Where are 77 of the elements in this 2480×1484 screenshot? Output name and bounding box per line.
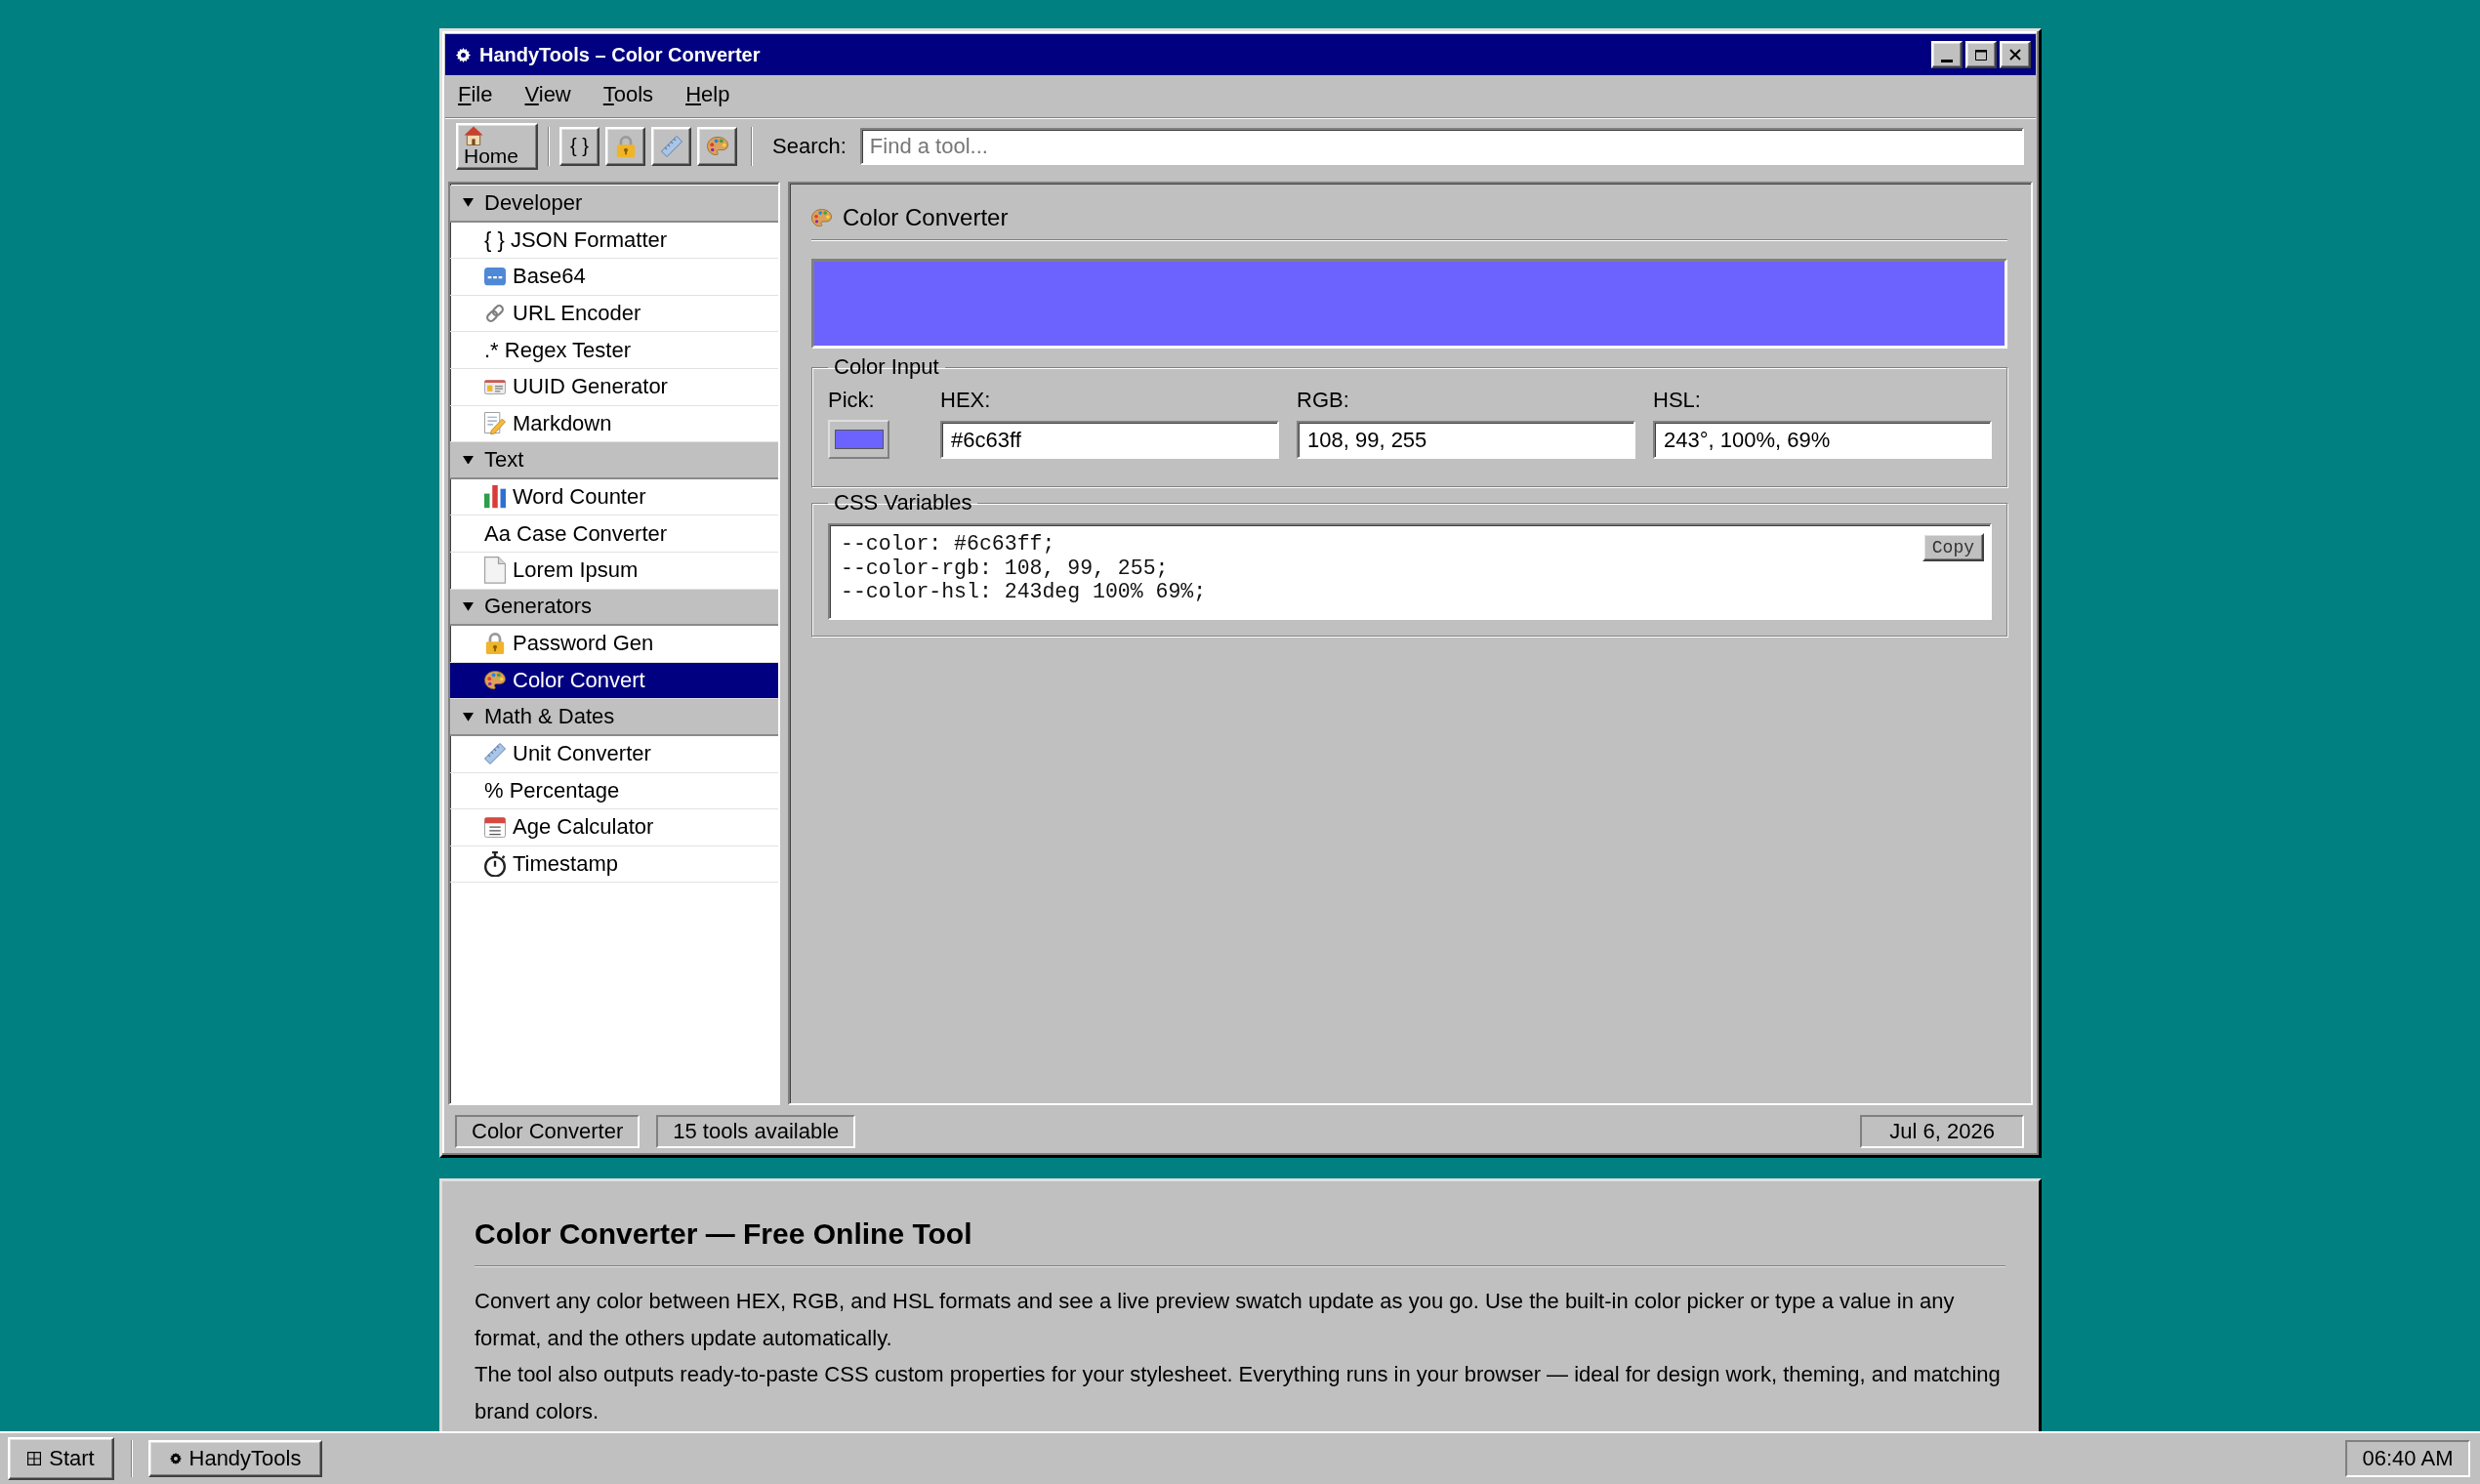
chain-link-icon	[484, 303, 506, 325]
palette-icon	[811, 208, 832, 227]
sidebar-item[interactable]: % Percentage	[450, 772, 778, 810]
sidebar-item[interactable]: Lorem Ipsum	[450, 552, 778, 590]
lock-icon	[614, 135, 637, 157]
group-header[interactable]: Math & Dates	[450, 699, 778, 736]
document-icon	[484, 556, 506, 585]
stopwatch-icon	[484, 850, 506, 878]
toolbar-button[interactable]: { }	[559, 126, 599, 166]
sidebar-item[interactable]: Aa Case Converter	[450, 515, 778, 553]
group-header[interactable]: Developer	[450, 186, 778, 223]
status-date: Jul 6, 2026	[1860, 1115, 2024, 1148]
copy-button[interactable]: Copy	[1922, 533, 1984, 561]
home-button[interactable]: Home	[456, 122, 538, 170]
sidebar-item[interactable]: URL Encoder	[450, 295, 778, 333]
sidebar-item[interactable]: Word Counter	[450, 478, 778, 516]
clock: 06:40 AM	[2345, 1440, 2470, 1477]
minimize-icon	[1941, 60, 1953, 62]
close-icon	[2009, 49, 2021, 61]
panel-title: Color Converter	[843, 203, 1009, 232]
field-label: Pick:	[828, 388, 876, 413]
group-legend: Color Input	[828, 354, 945, 380]
article-paragraph: Convert any color between HEX, RGB, and HSL formats and see a live preview swatch update as you go. Use the built-in color picker or type a value in any format, and the others update automatically.	[475, 1288, 1956, 1352]
sidebar-item[interactable]: Password Gen	[450, 626, 778, 663]
status-text: 15 tools available	[656, 1115, 856, 1148]
toolbar-button[interactable]	[605, 126, 645, 166]
menu-item[interactable]: Help	[682, 82, 734, 107]
id-card-icon	[484, 379, 506, 394]
maximize-button[interactable]	[1965, 41, 1997, 68]
close-button[interactable]	[2000, 41, 2031, 68]
field-label: HEX:	[940, 388, 992, 413]
sidebar-item[interactable]: Timestamp	[450, 845, 778, 884]
calendar-icon	[484, 816, 506, 838]
menu-item[interactable]: File	[454, 82, 497, 107]
article-heading: Color Converter — Free Online Tool	[475, 1216, 2005, 1266]
field-label: RGB:	[1297, 388, 1350, 413]
sidebar-item[interactable]: Base64	[450, 259, 778, 296]
start-button[interactable]: Start	[8, 1437, 114, 1480]
group-header[interactable]: Generators	[450, 589, 778, 627]
palette-icon	[706, 136, 728, 156]
field-label: HSL:	[1653, 388, 1702, 413]
toolbar-button[interactable]	[651, 126, 691, 166]
taskbar-task[interactable]: HandyTools	[148, 1440, 322, 1477]
palette-icon	[484, 671, 506, 690]
search-field[interactable]: Find a tool...	[859, 127, 2024, 165]
search-label: Search:	[772, 133, 847, 159]
article-paragraph: The tool also outputs ready-to-paste CSS custom properties for your stylesheet. Everything runs in your browser — ideal for design work, theming, and matching brand colors.	[475, 1361, 2002, 1425]
rgb-field[interactable]: 108, 99, 255	[1297, 421, 1635, 459]
hsl-field[interactable]: 243°, 100%, 69%	[1653, 421, 1992, 459]
bar-chart-icon	[484, 485, 506, 509]
color-picker-button[interactable]	[828, 420, 889, 459]
grid-icon	[27, 1452, 42, 1465]
house-icon	[464, 125, 483, 145]
sidebar-item[interactable]: { } JSON Formatter	[450, 222, 778, 260]
minimize-button[interactable]	[1931, 41, 1963, 68]
ruler-icon	[484, 743, 506, 765]
menu-item[interactable]: Tools	[599, 82, 658, 107]
sidebar-item[interactable]: Unit Converter	[450, 735, 778, 773]
tile-icon	[484, 268, 506, 286]
group-header[interactable]: Text	[450, 442, 778, 479]
gear-icon	[456, 47, 471, 62]
css-code: --color: #6c63ff; --color-rgb: 108, 99, 255; --color-hsl: 243deg 100% 69%;	[841, 532, 1208, 604]
sidebar-item[interactable]: UUID Generator	[450, 368, 778, 406]
sidebar-item[interactable]: Color Convert	[450, 662, 778, 700]
toolbar-button[interactable]	[697, 126, 737, 166]
gear-icon	[169, 1453, 182, 1464]
memo-pencil-icon	[484, 412, 506, 435]
hex-field[interactable]: #6c63ff	[940, 421, 1279, 459]
group-legend: CSS Variables	[828, 490, 978, 515]
status-text: Color Converter	[455, 1115, 641, 1148]
lock-icon	[484, 633, 506, 655]
sidebar-item[interactable]: Age Calculator	[450, 809, 778, 846]
maximize-icon	[1975, 49, 1987, 61]
ruler-icon	[660, 135, 682, 157]
window-title: HandyTools – Color Converter	[479, 43, 762, 66]
sidebar-item[interactable]: .* Regex Tester	[450, 332, 778, 369]
menu-item[interactable]: View	[520, 82, 575, 107]
